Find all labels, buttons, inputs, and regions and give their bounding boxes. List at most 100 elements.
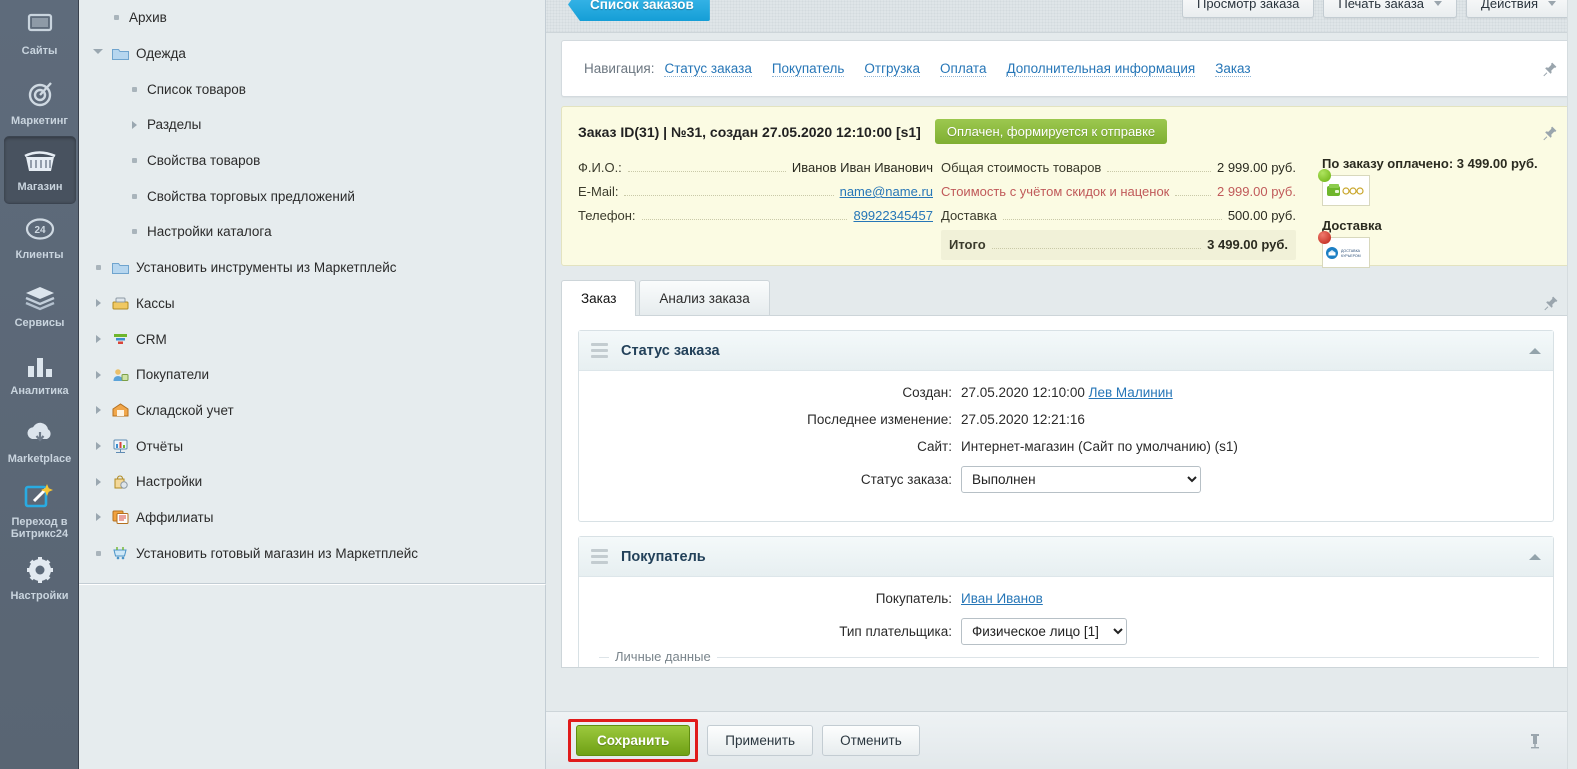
form-section-body: Покупатель: Иван Иванов Тип плательщика: Фи… — [579, 577, 1553, 667]
nav-link-2[interactable]: Отгрузка — [864, 61, 921, 77]
nav-link-3[interactable]: Оплата — [940, 61, 987, 77]
chevron-right-icon[interactable] — [87, 442, 109, 451]
form-field-label: Покупатель: — [875, 591, 952, 606]
nav-link-5[interactable]: Заказ — [1215, 61, 1251, 77]
drag-handle-icon[interactable] — [591, 343, 608, 358]
apply-button[interactable]: Применить — [707, 725, 814, 756]
tree-node-label: Установить инструменты из Маркетплейс — [136, 260, 397, 276]
form-row: Статус заказа: Выполнен — [579, 466, 1553, 493]
chevron-up-icon[interactable] — [1529, 348, 1541, 354]
customer-phone-link[interactable]: 89922345457 — [853, 208, 933, 223]
rail-item-1[interactable]: Маркетинг — [0, 68, 78, 136]
pin-icon-tabs[interactable] — [1543, 295, 1559, 311]
toolbar-button-1[interactable]: Печать заказа — [1323, 0, 1458, 18]
svg-text:24: 24 — [34, 225, 46, 236]
toolbar-button-0[interactable]: Просмотр заказа — [1181, 0, 1315, 18]
pin-icon-action-bar[interactable] — [1527, 733, 1543, 749]
rail-item-8[interactable]: Настройки — [0, 544, 78, 612]
rail-item-5[interactable]: Аналитика — [0, 340, 78, 408]
tree-node[interactable]: Настройки — [79, 464, 545, 500]
nav-link-4[interactable]: Дополнительная информация — [1006, 61, 1196, 77]
pin-icon-navigation[interactable] — [1542, 61, 1558, 77]
dotted-leader — [624, 195, 834, 196]
form-section: Покупатель Покупатель: Иван Иванов Тип плат… — [578, 536, 1554, 667]
chevron-down-icon[interactable] — [87, 49, 109, 58]
main-nav-rail: Сайты Маркетинг Магазин 24 Клиенты Сервисы Ана… — [0, 0, 79, 769]
payment-method-icon-box[interactable] — [1318, 169, 1370, 206]
customer-email-link[interactable]: name@name.ru — [840, 184, 933, 199]
form-row: Создан: 27.05.2020 12:10:00 Лев Малинин — [579, 385, 1553, 400]
rail-item-label: Магазин — [17, 181, 63, 193]
cashbox-icon — [109, 296, 131, 310]
tree-node[interactable]: Архив — [79, 0, 545, 36]
rail-item-2[interactable]: Магазин — [4, 136, 76, 204]
tree-node[interactable]: Отчёты — [79, 428, 545, 464]
payer-type-select[interactable]: Физическое лицо [1] — [961, 618, 1127, 645]
pin-icon-summary[interactable] — [1542, 125, 1558, 141]
chevron-right-icon[interactable] — [87, 477, 109, 486]
form-row: Последнее изменение: 27.05.2020 12:21:16 — [579, 412, 1553, 427]
right-gutter — [1567, 0, 1577, 769]
tree-node[interactable]: Складской учет — [79, 393, 545, 429]
chevron-right-icon[interactable] — [123, 120, 145, 129]
tree-node[interactable]: Покупатели — [79, 357, 545, 393]
amount-value: 3 499.00 руб. — [1207, 237, 1288, 252]
chevron-up-icon[interactable] — [1529, 554, 1541, 560]
toolbar-button-2[interactable]: Действия — [1466, 0, 1571, 18]
form-field-link[interactable]: Лев Малинин — [1089, 385, 1173, 400]
tree-node[interactable]: CRM — [79, 321, 545, 357]
nav-link-1[interactable]: Покупатель — [771, 61, 845, 77]
amount-label: Итого — [949, 237, 986, 252]
chevron-right-icon[interactable] — [87, 299, 109, 308]
dotted-leader — [1175, 195, 1211, 196]
form-field-value: 27.05.2020 12:10:00 Лев Малинин — [961, 385, 1173, 400]
tree-node[interactable]: Кассы — [79, 286, 545, 322]
order-title: Заказ ID(31) | №31, создан 27.05.2020 12… — [578, 123, 921, 140]
admin-tree-panel[interactable]: Архив Одежда Список товаров Разделы Свойства… — [79, 0, 546, 584]
chevron-right-icon[interactable] — [87, 335, 109, 344]
rail-item-7[interactable]: Переход в Битрикс24 — [0, 476, 78, 544]
tree-node[interactable]: Свойства товаров — [79, 143, 545, 179]
form-field-value[interactable]: Иван Иванов — [961, 591, 1043, 606]
rail-item-3[interactable]: 24 Клиенты — [0, 204, 78, 272]
form-section-header[interactable]: Покупатель — [579, 537, 1553, 577]
form-field-label: Сайт: — [917, 439, 952, 454]
chevron-right-icon[interactable] — [87, 406, 109, 415]
chevron-down-icon[interactable] — [1548, 0, 1556, 6]
amount-label: Доставка — [941, 208, 997, 223]
drag-handle-icon[interactable] — [591, 549, 608, 564]
bullet-icon — [123, 193, 145, 199]
chevron-down-icon[interactable] — [1434, 0, 1443, 6]
customer-email-value[interactable]: name@name.ru — [840, 180, 933, 204]
tree-node[interactable]: Аффилиаты — [79, 500, 545, 536]
tree-node[interactable]: Одежда — [79, 36, 545, 72]
tree-node-label: Установить готовый магазин из Маркетплей… — [136, 545, 419, 561]
form-section-header[interactable]: Статус заказа — [579, 331, 1553, 371]
form-field-link[interactable]: Иван Иванов — [961, 591, 1043, 606]
rail-item-6[interactable]: Marketplace — [0, 408, 78, 476]
tree-node[interactable]: Установить инструменты из Маркетплейс — [79, 250, 545, 286]
form-field-value: Интернет-магазин (Сайт по умолчанию) (s1… — [961, 439, 1238, 454]
nav-link-0[interactable]: Статус заказа — [664, 61, 752, 77]
tree-node[interactable]: Настройки каталога — [79, 214, 545, 250]
bullet-icon — [123, 158, 145, 164]
cancel-button[interactable]: Отменить — [822, 725, 920, 756]
rail-item-4[interactable]: Сервисы — [0, 272, 78, 340]
order-status-select[interactable]: Выполнен — [961, 466, 1201, 493]
bullet-icon — [105, 15, 127, 21]
chevron-right-icon[interactable] — [87, 370, 109, 379]
tree-node[interactable]: Список товаров — [79, 71, 545, 107]
customer-phone-value[interactable]: 89922345457 — [853, 204, 933, 228]
tree-node[interactable]: Установить готовый магазин из Маркетплей… — [79, 535, 545, 571]
tab-1[interactable]: Анализ заказа — [639, 280, 770, 315]
chevron-right-icon[interactable] — [87, 513, 109, 522]
tab-0[interactable]: Заказ — [561, 280, 637, 316]
delivery-method-icon-box[interactable]: ДОСТАВКА КУРЬЕРОМ — [1318, 231, 1370, 268]
rail-item-0[interactable]: Сайты — [0, 0, 78, 68]
settings-bag-icon — [109, 475, 131, 489]
save-button[interactable]: Сохранить — [576, 725, 691, 756]
tree-node[interactable]: Разделы — [79, 107, 545, 143]
back-to-order-list-tab[interactable]: Список заказов — [568, 0, 710, 21]
toolbar-button-label: Просмотр заказа — [1196, 0, 1300, 11]
tree-node[interactable]: Свойства торговых предложений — [79, 178, 545, 214]
